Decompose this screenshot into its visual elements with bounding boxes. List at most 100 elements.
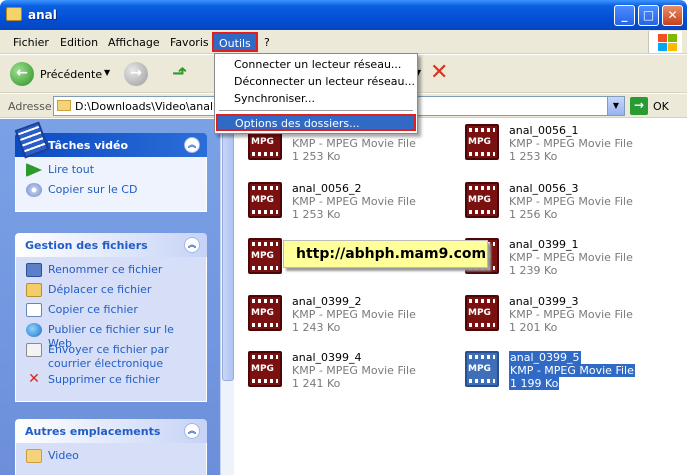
go-button-label[interactable]: OK: [653, 100, 669, 113]
video-tasks-panel: Tâches vidéo ︽ Lire tout Copier sur le C…: [14, 121, 207, 212]
collapse-chevron-icon[interactable]: ︽: [184, 137, 200, 153]
folder-icon: [57, 100, 71, 111]
delete-x-icon: ✕: [28, 371, 40, 387]
window-title: anal: [28, 8, 57, 22]
other-places-title: Autres emplacements: [25, 425, 161, 438]
file-view: MPG KMP - MPEG Movie File 1 253 Ko MPG a…: [234, 119, 687, 475]
task-email[interactable]: Envoyer ce fichier par courrier électron…: [26, 343, 196, 373]
file-size: 1 199 Ko: [509, 377, 560, 390]
file-item-selected[interactable]: MPG anal_0399_5 KMP - MPEG Movie File 1 …: [463, 349, 663, 393]
other-places-header[interactable]: Autres emplacements ︽: [15, 419, 207, 443]
forward-arrow-icon[interactable]: →: [124, 62, 148, 86]
collapse-chevron-icon[interactable]: ︽: [184, 423, 200, 439]
windows-logo-icon: [648, 31, 682, 53]
task-play-all[interactable]: Lire tout: [26, 163, 196, 183]
file-item[interactable]: MPG anal_0056_2 KMP - MPEG Movie File 1 …: [246, 180, 446, 224]
back-button-label[interactable]: Précédente: [40, 68, 102, 81]
go-arrow-icon[interactable]: →: [630, 97, 648, 115]
task-label: Déplacer ce fichier: [48, 283, 152, 296]
file-size: 1 241 Ko: [292, 377, 341, 390]
file-size: 1 256 Ko: [509, 208, 558, 221]
menu-outils[interactable]: Outils: [212, 32, 258, 52]
task-pane-scrollbar[interactable]: [220, 119, 234, 475]
rename-icon: [26, 263, 42, 277]
file-type: KMP - MPEG Movie File: [509, 308, 633, 321]
copy-icon: [26, 303, 42, 317]
folder-icon: [6, 7, 22, 21]
file-name: anal_0399_4: [292, 351, 362, 364]
mpeg-file-icon: MPG: [246, 351, 284, 389]
delete-x-icon[interactable]: ✕: [430, 60, 448, 85]
task-label: Envoyer ce fichier par courrier électron…: [48, 343, 169, 370]
other-places-panel: Autres emplacements ︽ Video: [15, 419, 207, 475]
file-type: KMP - MPEG Movie File: [292, 137, 416, 150]
file-size: 1 253 Ko: [292, 208, 341, 221]
back-arrow-icon[interactable]: ←: [10, 62, 34, 86]
task-publish-web[interactable]: Publier ce fichier sur le Web: [26, 323, 196, 350]
task-copy[interactable]: Copier ce fichier: [26, 303, 196, 323]
watermark-label: http://abhph.mam9.com: [283, 240, 488, 268]
file-type: KMP - MPEG Movie File: [292, 364, 416, 377]
film-strip-icon: [14, 121, 50, 159]
menu-fichier[interactable]: Fichier: [13, 36, 49, 49]
task-label: Lire tout: [48, 163, 95, 176]
task-label: Supprimer ce fichier: [48, 373, 160, 386]
file-item[interactable]: MPG anal_0056_1 KMP - MPEG Movie File 1 …: [463, 122, 663, 166]
mpeg-file-icon: MPG: [463, 182, 501, 220]
scrollbar-thumb[interactable]: [222, 121, 234, 381]
title-bar[interactable]: anal _ □ ✕: [0, 0, 687, 30]
file-item[interactable]: MPG anal_0056_3 KMP - MPEG Movie File 1 …: [463, 180, 663, 224]
folder-up-icon[interactable]: ⬏: [172, 63, 194, 85]
video-tasks-title: Tâches vidéo: [48, 139, 129, 152]
close-button[interactable]: ✕: [662, 5, 683, 26]
menu-help[interactable]: ?: [264, 36, 270, 49]
move-icon: [26, 283, 42, 297]
address-value[interactable]: D:\Downloads\Video\anal: [75, 100, 213, 113]
menu-synchronize[interactable]: Synchroniser...: [217, 90, 415, 107]
collapse-chevron-icon[interactable]: ︽: [184, 237, 200, 253]
menu-favoris[interactable]: Favoris: [170, 36, 209, 49]
file-type: KMP - MPEG Movie File: [509, 364, 635, 377]
maximize-button[interactable]: □: [638, 5, 659, 26]
mpeg-file-icon: MPG: [463, 295, 501, 333]
task-rename[interactable]: Renommer ce fichier: [26, 263, 196, 283]
file-item[interactable]: MPG anal_0399_2 KMP - MPEG Movie File 1 …: [246, 293, 446, 337]
menu-connect-network-drive[interactable]: Connecter un lecteur réseau...: [217, 56, 415, 73]
mpeg-file-icon: MPG: [246, 238, 284, 276]
video-tasks-header[interactable]: Tâches vidéo ︽: [14, 121, 207, 159]
back-history-dropdown[interactable]: ▼: [104, 68, 110, 77]
cd-icon: [26, 183, 42, 197]
menu-edition[interactable]: Edition: [60, 36, 98, 49]
file-name: anal_0399_3: [509, 295, 579, 308]
file-type: KMP - MPEG Movie File: [292, 195, 416, 208]
task-label: Copier sur le CD: [48, 183, 138, 196]
task-label: Video: [48, 449, 79, 462]
file-item[interactable]: MPG anal_0399_3 KMP - MPEG Movie File 1 …: [463, 293, 663, 337]
task-pane: Tâches vidéo ︽ Lire tout Copier sur le C…: [0, 119, 233, 475]
menu-affichage[interactable]: Affichage: [108, 36, 160, 49]
menu-disconnect-network-drive[interactable]: Déconnecter un lecteur réseau...: [217, 73, 415, 90]
file-tasks-header[interactable]: Gestion des fichiers ︽: [15, 233, 207, 257]
file-tasks-body: Renommer ce fichier Déplacer ce fichier …: [15, 257, 207, 402]
file-size: 1 253 Ko: [292, 150, 341, 163]
file-name: anal_0399_1: [509, 238, 579, 251]
task-copy-to-cd[interactable]: Copier sur le CD: [26, 183, 196, 203]
menu-folder-options[interactable]: Options des dossiers...: [216, 114, 416, 131]
task-move[interactable]: Déplacer ce fichier: [26, 283, 196, 303]
file-name: anal_0056_2: [292, 182, 362, 195]
address-dropdown-button[interactable]: ▼: [607, 97, 624, 115]
mpeg-file-icon: MPG: [246, 295, 284, 333]
task-delete[interactable]: ✕ Supprimer ce fichier: [26, 371, 196, 393]
file-type: KMP - MPEG Movie File: [292, 308, 416, 321]
file-tasks-title: Gestion des fichiers: [25, 239, 148, 252]
menu-bar: Fichier Edition Affichage Favoris Outils…: [0, 30, 687, 54]
email-icon: [26, 343, 42, 357]
file-item[interactable]: MPG anal_0399_4 KMP - MPEG Movie File 1 …: [246, 349, 446, 393]
file-name: anal_0399_2: [292, 295, 362, 308]
file-item[interactable]: MPG anal_0399_1 KMP - MPEG Movie File 1 …: [463, 236, 663, 280]
minimize-button[interactable]: _: [614, 5, 635, 26]
file-size: 1 253 Ko: [509, 150, 558, 163]
file-type: KMP - MPEG Movie File: [509, 251, 633, 264]
place-video[interactable]: Video: [26, 449, 196, 469]
menu-separator: [219, 110, 413, 111]
